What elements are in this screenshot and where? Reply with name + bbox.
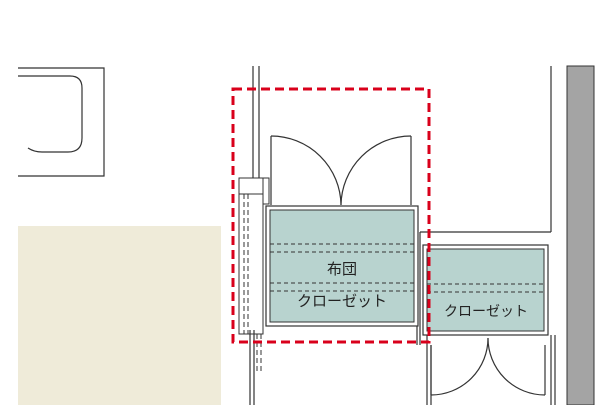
tatami-floor-area	[18, 226, 221, 405]
gray-wall	[566, 65, 595, 405]
closet: クローゼット	[422, 244, 549, 336]
double-swing-door-bottom	[430, 337, 546, 396]
double-swing-door-top	[270, 135, 412, 206]
futon-closet-label-line2: クローゼット	[297, 292, 387, 310]
bathtub	[18, 67, 105, 177]
closet-label: クローゼット	[444, 304, 528, 320]
futon-closet: 布団 クローゼット	[265, 205, 419, 327]
floor-plan-diagram: 布団 クローゼット クローゼット	[18, 65, 595, 405]
futon-closet-label-line1: 布団	[327, 260, 357, 278]
floor-plan-canvas: 布団 クローゼット クローゼット	[0, 0, 612, 405]
